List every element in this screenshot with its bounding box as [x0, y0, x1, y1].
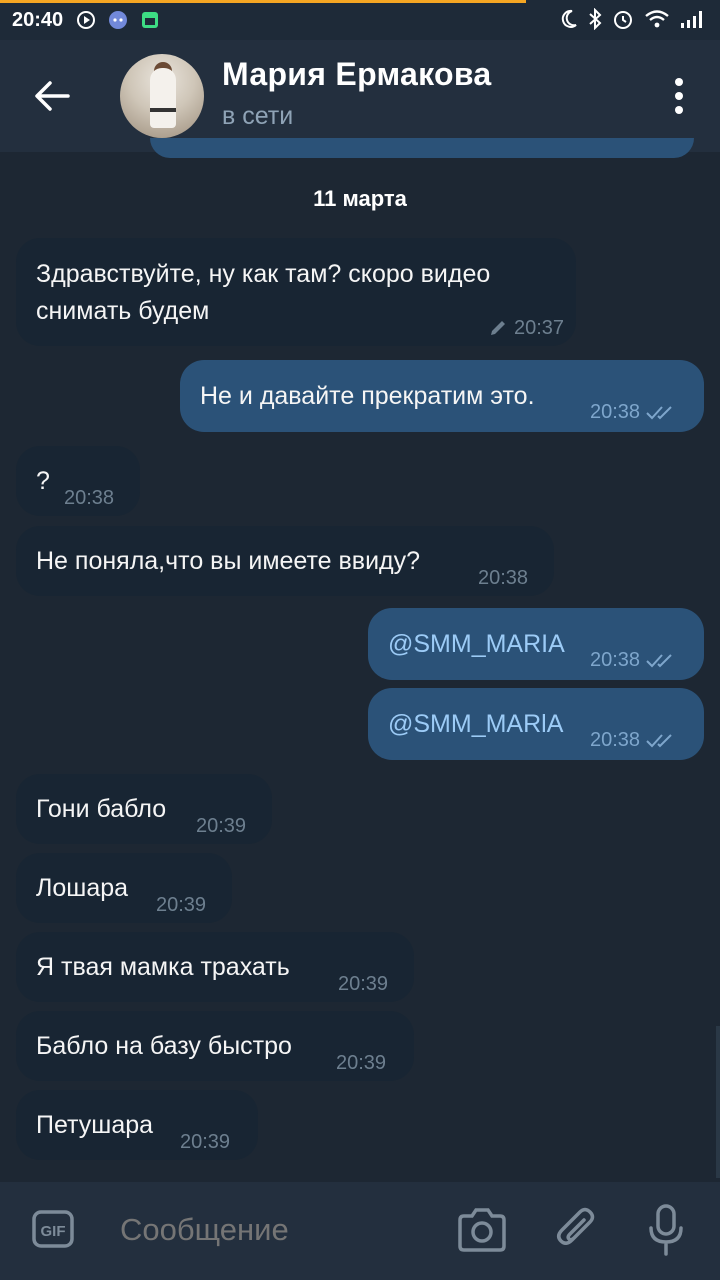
more-vertical-icon[interactable]	[674, 78, 684, 116]
double-check-icon	[646, 654, 672, 668]
contact-status: в сети	[222, 102, 294, 130]
message-time: 20:38	[478, 567, 529, 589]
message-time: 20:37	[514, 317, 565, 339]
message-time: 20:38	[590, 729, 641, 751]
message-input[interactable]	[120, 1212, 420, 1248]
message-time: 20:39	[196, 815, 247, 837]
message-bubble-outgoing[interactable]: Не и давайте прекратим это. 20:38	[180, 360, 704, 432]
scrollbar[interactable]	[716, 1026, 720, 1178]
message-bubble-incoming[interactable]: Лошара 20:39	[16, 853, 232, 923]
message-text: Лошара	[36, 874, 129, 902]
microphone-icon[interactable]	[646, 1204, 686, 1256]
android-icon	[142, 12, 158, 28]
message-bubble-incoming[interactable]: ? 20:38	[16, 446, 140, 516]
pencil-icon	[491, 321, 505, 335]
do-not-disturb-moon-icon	[561, 9, 577, 28]
avatar[interactable]	[120, 54, 204, 138]
message-text: Петушара	[36, 1111, 154, 1139]
message-time: 20:39	[156, 894, 207, 916]
previous-message-bubble-edge	[150, 138, 694, 158]
message-time: 20:38	[64, 487, 115, 509]
play-icon	[77, 11, 95, 29]
message-bubble-incoming[interactable]: Не поняла,что вы имеете ввиду? 20:38	[16, 526, 554, 596]
status-bar: 20:40	[0, 0, 720, 40]
chat-header: Мария Ермакова в сети	[0, 40, 720, 152]
paperclip-icon[interactable]	[554, 1206, 600, 1254]
message-time: 20:39	[336, 1052, 387, 1074]
message-text: Бабло на базу быстро	[36, 1032, 292, 1060]
signal-icon	[681, 11, 702, 28]
message-bubble-outgoing[interactable]: @SMM_MARlA 20:38	[368, 688, 704, 760]
message-text: Я твая мамка трахать	[36, 953, 290, 981]
camera-icon[interactable]	[456, 1206, 508, 1254]
date-separator: 11 марта	[313, 186, 407, 211]
bluetooth-icon	[589, 8, 602, 30]
avatar-figure	[150, 68, 176, 128]
message-time: 20:39	[180, 1131, 231, 1153]
svg-text:GIF: GIF	[41, 1223, 66, 1240]
message-bubble-incoming[interactable]: Гони бабло 20:39	[16, 774, 272, 844]
message-bubble-incoming[interactable]: Бабло на базу быстро 20:39	[16, 1011, 414, 1081]
message-bubble-incoming[interactable]: Здравствуйте, ну как там? скоро видео сн…	[16, 238, 576, 346]
message-text: снимать будем	[36, 297, 210, 325]
mention-link[interactable]: @SMM_MARIA	[388, 626, 565, 662]
back-arrow-icon[interactable]	[30, 74, 74, 118]
message-text: Гони бабло	[36, 795, 167, 823]
message-text: Не поняла,что вы имеете ввиду?	[36, 547, 421, 575]
gif-icon[interactable]: GIF	[32, 1210, 74, 1248]
call-progress-bar	[0, 0, 526, 3]
message-time: 20:38	[590, 401, 641, 423]
message-time: 20:38	[590, 649, 641, 671]
message-bubble-outgoing[interactable]: @SMM_MARIA 20:38	[368, 608, 704, 680]
double-check-icon	[646, 406, 672, 420]
message-time: 20:39	[338, 973, 389, 995]
message-text: Не и давайте прекратим это.	[200, 382, 535, 410]
discord-icon	[109, 11, 127, 29]
wifi-icon	[645, 10, 669, 28]
alarm-icon	[614, 11, 632, 29]
double-check-icon	[646, 734, 672, 748]
message-bubble-incoming[interactable]: Я твая мамка трахать 20:39	[16, 932, 414, 1002]
avatar-belt	[150, 108, 176, 112]
message-text: ?	[36, 467, 50, 495]
mention-link[interactable]: @SMM_MARlA	[388, 706, 563, 742]
message-bubble-incoming[interactable]: Петушара 20:39	[16, 1090, 258, 1160]
contact-name[interactable]: Мария Ермакова	[222, 56, 492, 93]
message-text: Здравствуйте, ну как там? скоро видео	[36, 260, 491, 288]
message-composer: GIF	[0, 1182, 720, 1280]
status-time: 20:40	[12, 9, 64, 31]
